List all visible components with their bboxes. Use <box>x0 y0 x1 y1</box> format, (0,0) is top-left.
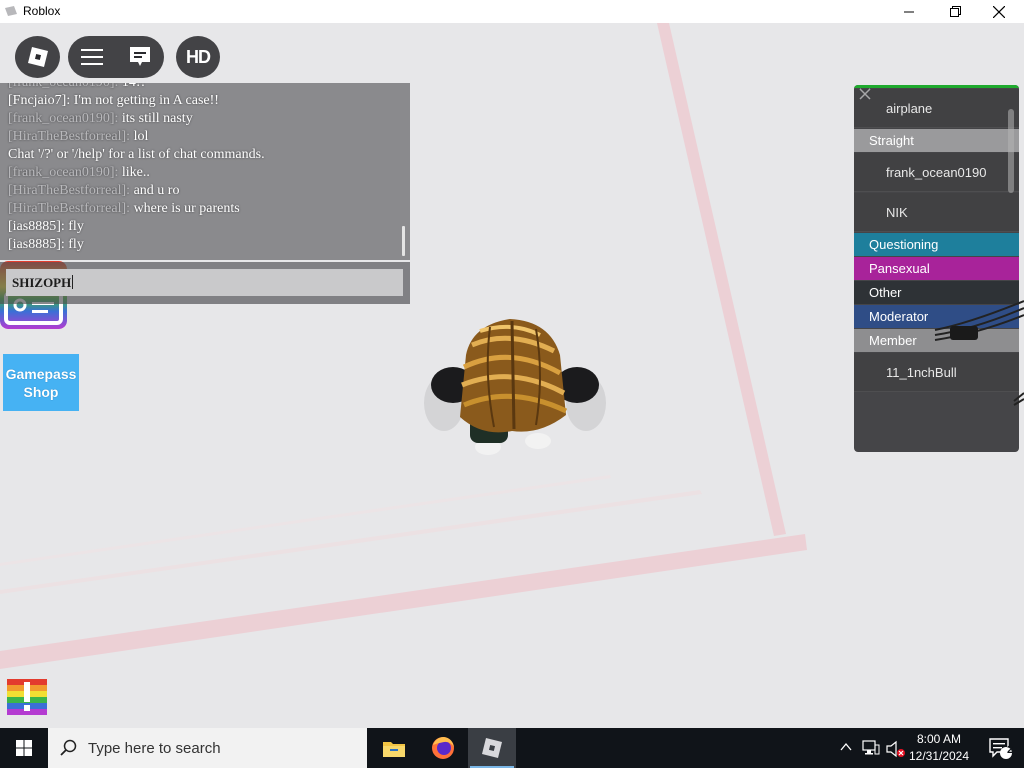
chat-message-author[interactable]: [Fncjaio7]: <box>8 93 70 108</box>
hd-label: HD <box>186 46 211 67</box>
hamburger-menu-icon <box>81 49 103 65</box>
roblox-menu-button[interactable] <box>15 36 60 78</box>
roblox-logo-icon <box>27 47 48 67</box>
roblox-app-icon <box>5 6 17 16</box>
chat-message-text: 14!! <box>122 83 145 90</box>
chevron-up-icon[interactable] <box>840 742 852 752</box>
chat-input-value: SHIZOPH <box>12 275 72 290</box>
player-entry[interactable]: NIK <box>854 193 1019 232</box>
chat-message: [ias8885]: fly <box>8 218 400 236</box>
chat-scrollbar[interactable] <box>402 226 405 256</box>
chat-message: [frank_ocean0190]: its still nasty <box>8 110 400 128</box>
chat-message-text: and u ro <box>133 183 180 198</box>
chat-message: [frank_ocean0190]: 14!! <box>8 83 400 92</box>
chat-message-text: its still nasty <box>121 111 193 126</box>
chat-message-author[interactable]: [HiraTheBestforreal]: <box>8 129 130 144</box>
team-header[interactable]: Transgender <box>854 85 1019 88</box>
close-button[interactable] <box>976 0 1022 23</box>
chat-bubble-icon <box>130 47 150 66</box>
roblox-icon <box>482 738 502 758</box>
text-caret <box>72 275 74 289</box>
chat-message-text: where is ur parents <box>133 201 240 216</box>
gamepass-shop-label: Gamepass Shop <box>6 365 77 401</box>
chat-input-bar: SHIZOPH <box>0 262 410 304</box>
chat-message: [HiraTheBestforreal]: lol <box>8 128 400 146</box>
volume-muted-icon[interactable] <box>886 740 906 758</box>
taskbar-search-box[interactable]: Type here to search <box>48 728 367 768</box>
alert-button[interactable] <box>7 679 47 715</box>
taskbar-clock[interactable]: 8:00 AM 12/31/2024 <box>906 731 972 765</box>
chat-message-text: I'm not getting in A case!! <box>73 93 219 108</box>
restore-icon <box>949 6 961 17</box>
chat-message-text: fly <box>68 219 84 234</box>
window-title: Roblox <box>23 4 61 18</box>
chat-message-author[interactable]: [frank_ocean0190]: <box>8 165 118 180</box>
chat-message-author[interactable]: [ias8885]: <box>8 219 65 234</box>
maximize-button[interactable] <box>932 0 978 23</box>
chat-message-author[interactable]: [HiraTheBestforreal]: <box>8 183 130 198</box>
action-center-button[interactable]: 2 <box>980 728 1020 768</box>
chat-message: Chat '/?' or '/help' for a list of chat … <box>8 146 400 164</box>
firefox-icon <box>432 737 454 759</box>
in-game-object <box>934 300 1024 406</box>
chat-message: [HiraTheBestforreal]: and u ro <box>8 182 400 200</box>
game-viewport[interactable]: HD [frank_ocean0190]: 14!![Fncjaio7]: I'… <box>0 23 1024 728</box>
chat-input[interactable]: SHIZOPH <box>6 269 403 296</box>
minimize-button[interactable] <box>886 0 932 23</box>
hd-button[interactable]: HD <box>176 36 220 78</box>
team-header[interactable]: Questioning <box>854 233 1019 256</box>
top-button-group <box>68 36 164 78</box>
player-entry[interactable]: airplane <box>854 89 1019 128</box>
chat-message-author[interactable]: [HiraTheBestforreal]: <box>8 201 130 216</box>
taskbar-firefox[interactable] <box>419 728 467 768</box>
chat-message-text: Chat '/?' or '/help' for a list of chat … <box>8 147 265 162</box>
gamepass-shop-button[interactable]: Gamepass Shop <box>3 354 79 411</box>
taskbar-file-explorer[interactable] <box>370 728 418 768</box>
window-title-bar: Roblox <box>0 0 1024 23</box>
taskbar-roblox[interactable] <box>468 728 516 768</box>
chat-message: [HiraTheBestforreal]: where is ur parent… <box>8 200 400 218</box>
search-placeholder: Type here to search <box>88 740 221 757</box>
chat-message-author[interactable]: [frank_ocean0190]: <box>8 83 118 90</box>
clock-date: 12/31/2024 <box>908 749 970 763</box>
clock-time: 8:00 AM <box>916 732 962 746</box>
start-button[interactable] <box>0 728 48 768</box>
gamepass-label-line1: Gamepass <box>5 365 77 382</box>
chat-message-text: like.. <box>121 165 150 180</box>
team-header[interactable]: Pansexual <box>854 257 1019 280</box>
player-list-scrollbar[interactable] <box>1008 109 1014 193</box>
notification-count: 2 <box>1006 744 1014 756</box>
chat-message-author[interactable]: [frank_ocean0190]: <box>8 111 118 126</box>
windows-logo-icon <box>16 740 32 756</box>
team-header[interactable]: Straight <box>854 129 1019 152</box>
chat-message: [Fncjaio7]: I'm not getting in A case!! <box>8 92 400 110</box>
chat-window[interactable]: [frank_ocean0190]: 14!![Fncjaio7]: I'm n… <box>0 83 410 260</box>
exclamation-icon <box>7 679 47 715</box>
chat-message-author[interactable]: [ias8885]: <box>8 237 65 252</box>
network-icon[interactable] <box>862 740 880 756</box>
file-explorer-icon <box>383 742 405 757</box>
chat-message-text: fly <box>68 237 84 252</box>
chat-message: [ias8885]: fly <box>8 236 400 254</box>
chat-message: [frank_ocean0190]: like.. <box>8 164 400 182</box>
search-icon <box>60 739 77 756</box>
chat-toggle-button[interactable] <box>116 36 164 78</box>
windows-taskbar: Type here to search 8:00 AM 12/31/2024 2 <box>0 728 1024 768</box>
player-avatar[interactable] <box>420 315 610 455</box>
chat-message-list: [frank_ocean0190]: 14!![Fncjaio7]: I'm n… <box>8 83 400 254</box>
chat-message-text: lol <box>133 129 149 144</box>
close-icon <box>993 5 1005 18</box>
player-entry[interactable]: frank_ocean0190 <box>854 153 1019 192</box>
menu-button[interactable] <box>68 36 116 78</box>
gamepass-label-line2: Shop <box>23 383 59 400</box>
minimize-icon <box>904 11 914 12</box>
